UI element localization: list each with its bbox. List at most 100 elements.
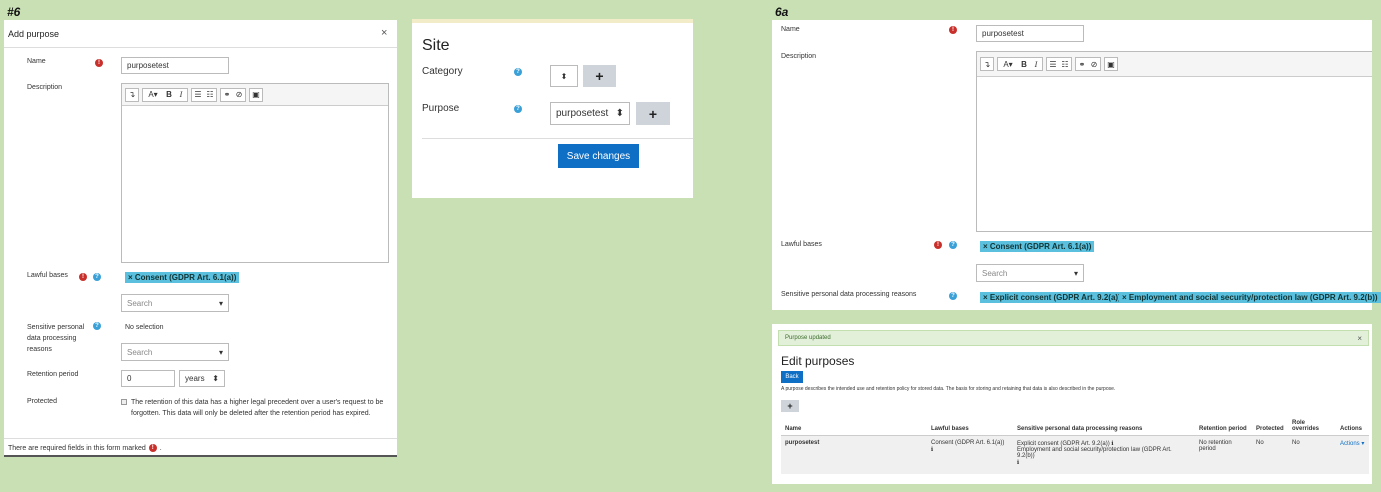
sensitive-search-select[interactable]: Search ▾ <box>121 343 229 361</box>
category-label: Category <box>422 66 463 77</box>
caret-down-icon: ▾ <box>218 298 223 308</box>
caret-down-icon: ▾ <box>1073 268 1078 278</box>
protected-checkbox[interactable] <box>121 399 127 405</box>
sensitive-tag-employment[interactable]: × Employment and social security/protect… <box>1119 292 1381 303</box>
italic-icon[interactable]: I <box>175 89 187 101</box>
col-header-protected[interactable]: Protected <box>1252 417 1288 436</box>
cell-protected: No <box>1252 435 1288 474</box>
bold-icon[interactable]: B <box>1018 58 1030 70</box>
bullet-list-icon[interactable]: ☰ <box>192 89 204 101</box>
info-icon[interactable]: ℹ <box>1017 460 1019 466</box>
required-icon: ! <box>148 444 157 452</box>
unlink-icon[interactable]: ⊘ <box>233 89 245 101</box>
description-label: Description <box>27 84 63 91</box>
col-header-sensitive[interactable]: Sensitive personal data processing reaso… <box>1013 417 1195 436</box>
help-icon[interactable]: ? <box>949 292 957 300</box>
close-icon[interactable]: × <box>381 27 387 39</box>
link-icon[interactable]: ⚭ <box>221 89 233 101</box>
lawful-text: Consent (GDPR Art. 6.1(a)) <box>931 440 1005 446</box>
dialog-divider <box>4 47 397 48</box>
italic-icon[interactable]: I <box>1030 58 1042 70</box>
name-input[interactable]: purposetest <box>121 57 229 74</box>
required-icon: ! <box>79 273 87 281</box>
col-header-lawful[interactable]: Lawful bases <box>927 417 1013 436</box>
purpose-select-value: purposetest <box>556 108 609 119</box>
collapse-icon[interactable]: ↴ <box>981 58 993 70</box>
numbered-list-icon[interactable]: ☷ <box>1059 58 1071 70</box>
bold-icon[interactable]: B <box>163 89 175 101</box>
footer-divider <box>4 438 397 439</box>
add-category-button[interactable]: + <box>583 65 616 87</box>
font-style-icon[interactable]: A▾ <box>143 89 163 101</box>
alert-text: Purpose updated <box>785 335 831 341</box>
purpose-label: Purpose <box>422 103 460 114</box>
page-title: Edit purposes <box>781 354 855 368</box>
lawful-bases-label: Lawful bases <box>27 272 68 279</box>
purposes-description: A purpose describes the intended use and… <box>781 386 1116 392</box>
collapse-icon[interactable]: ↴ <box>126 89 138 101</box>
image-icon[interactable]: ▣ <box>250 89 262 101</box>
help-icon[interactable]: ? <box>514 68 522 76</box>
lawful-search-select[interactable]: Search ▾ <box>976 264 1084 282</box>
sensitive-text-2: Employment and social security/protectio… <box>1017 447 1172 459</box>
purpose-updated-alert: Purpose updated × <box>778 330 1369 346</box>
image-icon[interactable]: ▣ <box>1105 58 1117 70</box>
help-icon[interactable]: ? <box>949 241 957 249</box>
category-select[interactable]: ⬍ <box>550 65 578 87</box>
add-purpose-button[interactable]: + <box>781 400 799 412</box>
name-label: Name <box>27 58 46 65</box>
editor-toolbar: ↴ A▾ B I ☰ ☷ ⚭ ⊘ ▣ <box>122 84 388 106</box>
name-input[interactable]: purposetest <box>976 25 1084 42</box>
link-icon[interactable]: ⚭ <box>1076 58 1088 70</box>
required-icon: ! <box>934 241 942 249</box>
info-icon[interactable]: ℹ <box>931 447 933 453</box>
purposes-table: Name Lawful bases Sensitive personal dat… <box>781 417 1369 474</box>
purpose-select[interactable]: purposetest ⬍ <box>550 102 630 125</box>
lawful-basis-tag[interactable]: × Consent (GDPR Art. 6.1(a)) <box>125 272 240 283</box>
col-header-name[interactable]: Name <box>781 417 927 436</box>
back-button[interactable]: Back <box>781 371 803 383</box>
col-header-overrides[interactable]: Role overrides <box>1288 417 1336 436</box>
edit-purposes-panel: Purpose updated × Edit purposes Back A p… <box>772 324 1372 484</box>
retention-input[interactable]: 0 <box>121 370 175 387</box>
table-row: purposetest Consent (GDPR Art. 6.1(a)) ℹ … <box>781 435 1369 474</box>
close-icon[interactable]: × <box>1357 334 1362 343</box>
unlink-icon[interactable]: ⊘ <box>1088 58 1100 70</box>
cell-overrides: No <box>1288 435 1336 474</box>
actions-text: Actions <box>1340 441 1360 447</box>
protected-description: The retention of this data has a higher … <box>131 399 384 417</box>
lawful-search-select[interactable]: Search ▾ <box>121 294 229 312</box>
editor-toolbar: ↴ A▾ B I ☰ ☷ ⚭ ⊘ ▣ <box>977 52 1372 77</box>
lawful-basis-tag[interactable]: × Consent (GDPR Art. 6.1(a)) <box>980 241 1095 252</box>
actions-menu-link[interactable]: Actions ▾ <box>1340 441 1364 447</box>
description-editor[interactable]: ↴ A▾ B I ☰ ☷ ⚭ ⊘ ▣ <box>121 83 389 263</box>
step-label-right: 6a <box>775 5 789 19</box>
add-purpose-button[interactable]: + <box>636 102 670 125</box>
site-panel: Site Category ? ⬍ + Purpose ? purposetes… <box>412 19 693 198</box>
bullet-list-icon[interactable]: ☰ <box>1047 58 1059 70</box>
sensitive-tag-explicit-consent[interactable]: × Explicit consent (GDPR Art. 9.2(a)) <box>980 292 1124 303</box>
col-header-retention[interactable]: Retention period <box>1195 417 1252 436</box>
sensitive-label: Sensitive personal data processing reaso… <box>27 324 85 353</box>
retention-unit-select[interactable]: years ⬍ <box>179 370 225 387</box>
numbered-list-icon[interactable]: ☷ <box>204 89 216 101</box>
add-purpose-dialog: Add purpose × Name ! purposetest Descrip… <box>4 20 397 457</box>
site-heading: Site <box>422 37 450 54</box>
required-icon: ! <box>949 26 957 34</box>
retention-unit-value: years <box>185 374 205 383</box>
save-changes-button[interactable]: Save changes <box>558 144 639 168</box>
cell-retention: No retention period <box>1195 435 1252 474</box>
description-editor[interactable]: ↴ A▾ B I ☰ ☷ ⚭ ⊘ ▣ <box>976 51 1372 232</box>
help-icon[interactable]: ? <box>93 322 101 330</box>
name-label: Name <box>781 26 800 33</box>
font-style-icon[interactable]: A▾ <box>998 58 1018 70</box>
help-icon[interactable]: ? <box>514 105 522 113</box>
required-footer: There are required fields in this form m… <box>8 444 162 452</box>
caret-down-icon: ▾ <box>218 347 223 357</box>
caret-icon: ⬍ <box>212 374 219 383</box>
help-icon[interactable]: ? <box>93 273 101 281</box>
cell-name: purposetest <box>781 435 927 474</box>
col-header-actions[interactable]: Actions <box>1336 417 1369 436</box>
dialog-title: Add purpose <box>8 29 60 39</box>
lawful-search-placeholder: Search <box>982 268 1008 278</box>
